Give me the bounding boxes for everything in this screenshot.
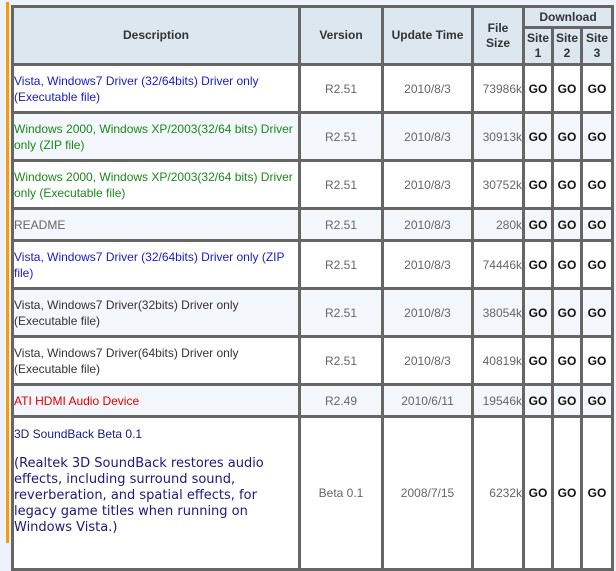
row-update-time: 2010/8/3	[381, 63, 474, 114]
row-description: Vista, Windows7 Driver(32bits) Driver on…	[11, 287, 301, 338]
row-file-size: 30752k	[471, 159, 525, 210]
header-description: Description	[11, 5, 301, 66]
go-site-1-link[interactable]: GO	[522, 63, 554, 114]
soundback-note: (Realtek 3D SoundBack restores audio eff…	[14, 456, 264, 535]
table-row: Vista, Windows7 Driver(64bits) Driver on…	[11, 335, 614, 386]
go-site-3-link[interactable]: GO	[580, 335, 614, 386]
row-description: Windows 2000, Windows XP/2003(32/64 bits…	[11, 111, 301, 162]
row-version: R2.51	[298, 207, 384, 242]
go-site-2-link[interactable]: GO	[551, 159, 583, 210]
row-update-time: 2010/8/3	[381, 239, 474, 290]
go-site-3-link[interactable]: GO	[580, 159, 614, 210]
go-site-1-link[interactable]: GO	[522, 239, 554, 290]
table-row: Vista, Windows7 Driver (32/64bits) Drive…	[11, 63, 614, 114]
table-row: 3D SoundBack Beta 0.1 (Realtek 3D SoundB…	[11, 415, 614, 571]
go-site-2-link[interactable]: GO	[551, 383, 583, 418]
go-site-1-link[interactable]: GO	[522, 415, 554, 571]
go-site-3-link[interactable]: GO	[580, 111, 614, 162]
table-row: Vista, Windows7 Driver(32bits) Driver on…	[11, 287, 614, 338]
header-site-1: Site 1	[522, 26, 554, 66]
row-update-time: 2010/6/11	[381, 383, 474, 418]
row-file-size: 74446k	[471, 239, 525, 290]
go-site-3-link[interactable]: GO	[580, 287, 614, 338]
go-site-1-link[interactable]: GO	[522, 111, 554, 162]
row-description: 3D SoundBack Beta 0.1 (Realtek 3D SoundB…	[11, 415, 301, 571]
row-file-size: 6232k	[471, 415, 525, 571]
row-description: ATI HDMI Audio Device	[11, 383, 301, 418]
go-site-2-link[interactable]: GO	[551, 335, 583, 386]
row-version: R2.51	[298, 335, 384, 386]
row-update-time: 2010/8/3	[381, 111, 474, 162]
accent-bar	[6, 2, 9, 543]
go-site-1-link[interactable]: GO	[522, 159, 554, 210]
go-site-2-link[interactable]: GO	[551, 415, 583, 571]
row-description: README	[11, 207, 301, 242]
row-update-time: 2010/8/3	[381, 287, 474, 338]
go-site-3-link[interactable]: GO	[580, 383, 614, 418]
row-description: Vista, Windows7 Driver (32/64bits) Drive…	[11, 239, 301, 290]
row-description: Vista, Windows7 Driver (32/64bits) Drive…	[11, 63, 301, 114]
row-update-time: 2010/8/3	[381, 335, 474, 386]
header-update-time: Update Time	[381, 5, 474, 66]
soundback-title: 3D SoundBack Beta 0.1	[14, 427, 143, 441]
go-site-2-link[interactable]: GO	[551, 239, 583, 290]
header-site-2: Site 2	[551, 26, 583, 66]
go-site-2-link[interactable]: GO	[551, 111, 583, 162]
table-row: Windows 2000, Windows XP/2003(32/64 bits…	[11, 111, 614, 162]
row-version: R2.51	[298, 287, 384, 338]
go-site-1-link[interactable]: GO	[522, 287, 554, 338]
go-site-3-link[interactable]: GO	[580, 239, 614, 290]
table-row: Windows 2000, Windows XP/2003(32/64 bits…	[11, 159, 614, 210]
row-version: R2.51	[298, 159, 384, 210]
row-version: Beta 0.1	[298, 415, 384, 571]
row-file-size: 40819k	[471, 335, 525, 386]
header-file-size: File Size	[471, 5, 525, 66]
go-site-3-link[interactable]: GO	[580, 207, 614, 242]
go-site-3-link[interactable]: GO	[580, 63, 614, 114]
row-update-time: 2008/7/15	[381, 415, 474, 571]
row-update-time: 2010/8/3	[381, 159, 474, 210]
row-description: Windows 2000, Windows XP/2003(32/64 bits…	[11, 159, 301, 210]
row-version: R2.49	[298, 383, 384, 418]
row-version: R2.51	[298, 239, 384, 290]
go-site-2-link[interactable]: GO	[551, 63, 583, 114]
go-site-1-link[interactable]: GO	[522, 383, 554, 418]
header-version: Version	[298, 5, 384, 66]
go-site-2-link[interactable]: GO	[551, 287, 583, 338]
driver-download-table: Description Version Update Time File Siz…	[11, 5, 614, 571]
row-file-size: 280k	[471, 207, 525, 242]
table-row: README R2.51 2010/8/3 280k GO GO GO	[11, 207, 614, 242]
go-site-3-link[interactable]: GO	[580, 415, 614, 571]
row-file-size: 73986k	[471, 63, 525, 114]
table-row: Vista, Windows7 Driver (32/64bits) Drive…	[11, 239, 614, 290]
row-file-size: 38054k	[471, 287, 525, 338]
row-version: R2.51	[298, 63, 384, 114]
row-description: Vista, Windows7 Driver(64bits) Driver on…	[11, 335, 301, 386]
table-row: ATI HDMI Audio Device R2.49 2010/6/11 19…	[11, 383, 614, 418]
go-site-2-link[interactable]: GO	[551, 207, 583, 242]
header-site-3: Site 3	[580, 26, 614, 66]
go-site-1-link[interactable]: GO	[522, 207, 554, 242]
header-download: Download	[522, 5, 614, 29]
row-file-size: 19546k	[471, 383, 525, 418]
row-file-size: 30913k	[471, 111, 525, 162]
row-update-time: 2010/8/3	[381, 207, 474, 242]
row-version: R2.51	[298, 111, 384, 162]
go-site-1-link[interactable]: GO	[522, 335, 554, 386]
